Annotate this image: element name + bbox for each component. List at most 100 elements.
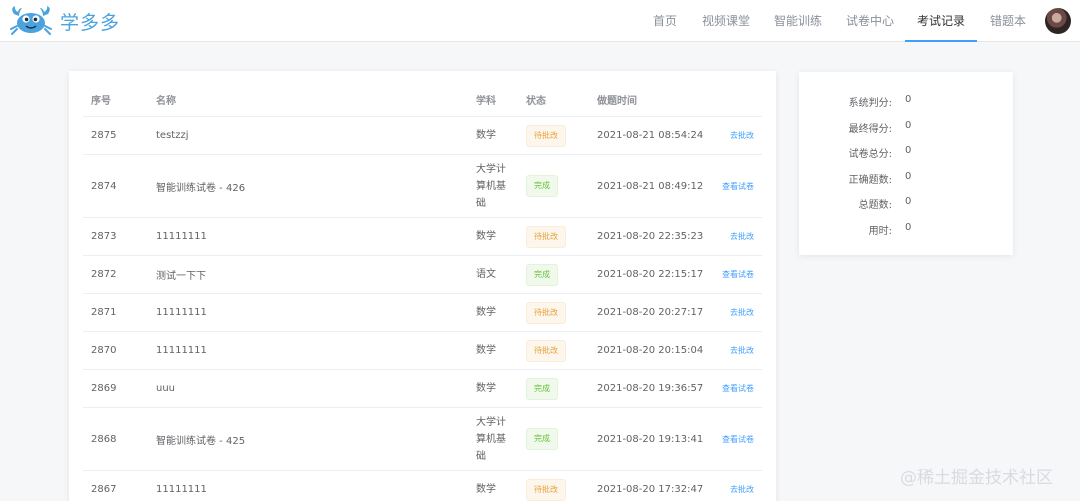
stat-value: 0 (905, 120, 912, 131)
stat-value: 0 (905, 171, 912, 182)
table-row[interactable]: 2872 测试一下下 语文 完成 2021-08-20 22:15:17 查看试卷 (83, 256, 762, 294)
row-status: 完成 (526, 155, 586, 217)
grade-link[interactable]: 去批改 (730, 484, 754, 495)
subject-line: 算机基 (476, 180, 506, 192)
row-subject: 大学计 算机基础 (476, 155, 518, 217)
status-badge: 待批改 (526, 301, 566, 324)
row-action: 查看试卷 (703, 155, 754, 217)
status-badge: 完成 (526, 175, 558, 197)
table-row[interactable]: 2875 testzzj 数学 待批改 2021-08-21 08:54:24 去批改 (83, 117, 762, 155)
row-id: 2867 (91, 484, 117, 495)
subject-line: 大学计 (476, 416, 506, 428)
row-time: 2021-08-20 20:15:04 (597, 345, 704, 356)
stat-value: 0 (905, 94, 912, 105)
row-status: 待批改 (526, 471, 586, 501)
row-id: 2872 (91, 269, 117, 280)
nav-video-class[interactable]: 视频课堂 (696, 0, 756, 42)
row-id: 2869 (91, 383, 117, 394)
grade-link[interactable]: 去批改 (730, 130, 754, 141)
nav-exam-records[interactable]: 考试记录 (905, 0, 977, 42)
table-row[interactable]: 2868 智能训练试卷 - 425 大学计 算机基础完成 2021-08-20 19:1… (83, 408, 762, 471)
row-time: 2021-08-21 08:54:24 (597, 130, 704, 141)
row-id: 2870 (91, 345, 117, 356)
row-time: 2021-08-20 22:35:23 (597, 231, 704, 242)
grade-link[interactable]: 去批改 (730, 307, 754, 318)
row-subject: 语文 (476, 269, 496, 280)
row-name: 测试一下下 (156, 271, 206, 282)
nav-home[interactable]: 首页 (646, 0, 684, 42)
table-row[interactable]: 2874 智能训练试卷 - 426 大学计 算机基础完成 2021-08-21 08:4… (83, 155, 762, 218)
status-badge: 完成 (526, 263, 558, 286)
row-time: 2021-08-20 19:36:57 (597, 383, 704, 394)
user-avatar[interactable] (1045, 8, 1071, 34)
row-subject: 大学计 算机基础 (476, 408, 518, 470)
row-name: 11111111 (156, 345, 207, 356)
col-header-status[interactable]: 状态 (526, 87, 546, 117)
stat-question-total: 总题数: 0 (799, 196, 1013, 211)
subject-lines: 大学计 算机基础 (476, 161, 506, 212)
stat-label: 总题数: (858, 200, 892, 211)
row-name: 智能训练试卷 - 426 (156, 182, 246, 194)
nav-smart-training[interactable]: 智能训练 (768, 0, 828, 42)
col-header-name[interactable]: 名称 (156, 87, 176, 117)
view-paper-link[interactable]: 查看试卷 (722, 434, 754, 445)
col-header-subject[interactable]: 学科 (476, 87, 496, 117)
table-row[interactable]: 2871 11111111 数学 待批改 2021-08-20 20:27:17 去批改 (83, 294, 762, 332)
row-time: 2021-08-20 19:13:41 (597, 433, 704, 445)
nav-wrong-questions[interactable]: 错题本 (985, 0, 1031, 42)
row-action: 查看试卷 (703, 256, 754, 293)
table-row[interactable]: 2873 11111111 数学 待批改 2021-08-20 22:35:23 去批改 (83, 218, 762, 256)
status-badge: 待批改 (526, 478, 566, 501)
brand-name: 学多多 (60, 11, 121, 34)
row-time: 2021-08-21 08:49:12 (597, 180, 704, 192)
stat-value: 0 (905, 222, 912, 233)
stat-label: 用时: (868, 226, 892, 237)
view-paper-link[interactable]: 查看试卷 (722, 269, 754, 280)
subject-line: 算机基 (476, 433, 506, 445)
table-row[interactable]: 2867 11111111 数学 待批改 2021-08-20 17:32:47 去批改 (83, 471, 762, 501)
row-status: 待批改 (526, 294, 586, 331)
row-id: 2871 (91, 307, 117, 318)
status-badge: 待批改 (526, 225, 566, 248)
table-row[interactable]: 2870 11111111 数学 待批改 2021-08-20 20:15:04 去批改 (83, 332, 762, 370)
stat-correct-count: 正确题数: 0 (799, 171, 1013, 186)
grade-link[interactable]: 去批改 (730, 345, 754, 356)
exam-records-table: 序号 名称 学科 状态 做题时间 2875 testzzj 数学 待批改 2021-08… (83, 87, 762, 501)
row-status: 待批改 (526, 332, 586, 369)
row-subject: 数学 (476, 307, 496, 318)
nav-paper-center[interactable]: 试卷中心 (840, 0, 900, 42)
row-action: 去批改 (703, 218, 754, 255)
table-row[interactable]: 2869 uuu 数学 完成 2021-08-20 19:36:57 查看试卷 (83, 370, 762, 408)
stat-label: 系统判分: (848, 98, 892, 109)
subject-line: 础 (476, 450, 486, 462)
col-header-id[interactable]: 序号 (91, 87, 111, 117)
col-header-time[interactable]: 做题时间 (597, 87, 637, 117)
exam-records-card: 序号 名称 学科 状态 做题时间 2875 testzzj 数学 待批改 2021-08… (69, 71, 776, 501)
row-status: 待批改 (526, 117, 586, 154)
stat-label: 最终得分: (848, 124, 892, 135)
row-name: uuu (156, 383, 176, 394)
view-paper-link[interactable]: 查看试卷 (722, 383, 754, 394)
row-status: 待批改 (526, 218, 586, 255)
status-badge: 完成 (526, 428, 558, 450)
score-summary-card: 系统判分: 0 最终得分: 0 试卷总分: 0 正确题数: 0 总题数: 0 用… (799, 72, 1013, 255)
row-action: 去批改 (703, 117, 754, 154)
row-status: 完成 (526, 408, 586, 470)
row-action: 去批改 (703, 294, 754, 331)
row-action: 查看试卷 (703, 408, 754, 470)
view-paper-link[interactable]: 查看试卷 (722, 181, 754, 192)
status-badge: 完成 (526, 377, 558, 400)
stat-paper-total: 试卷总分: 0 (799, 145, 1013, 160)
row-status: 完成 (526, 370, 586, 407)
row-action: 去批改 (703, 471, 754, 501)
table-header: 序号 名称 学科 状态 做题时间 (83, 87, 762, 117)
row-action: 查看试卷 (703, 370, 754, 407)
row-name: 智能训练试卷 - 425 (156, 435, 246, 447)
grade-link[interactable]: 去批改 (730, 231, 754, 242)
logo[interactable]: 学多多 (8, 3, 120, 39)
table-body: 2875 testzzj 数学 待批改 2021-08-21 08:54:24 去批改 28… (83, 117, 762, 501)
row-name: 11111111 (156, 231, 207, 242)
stat-final-score: 最终得分: 0 (799, 120, 1013, 135)
status-badge: 待批改 (526, 339, 566, 362)
stat-label: 正确题数: (848, 175, 892, 186)
